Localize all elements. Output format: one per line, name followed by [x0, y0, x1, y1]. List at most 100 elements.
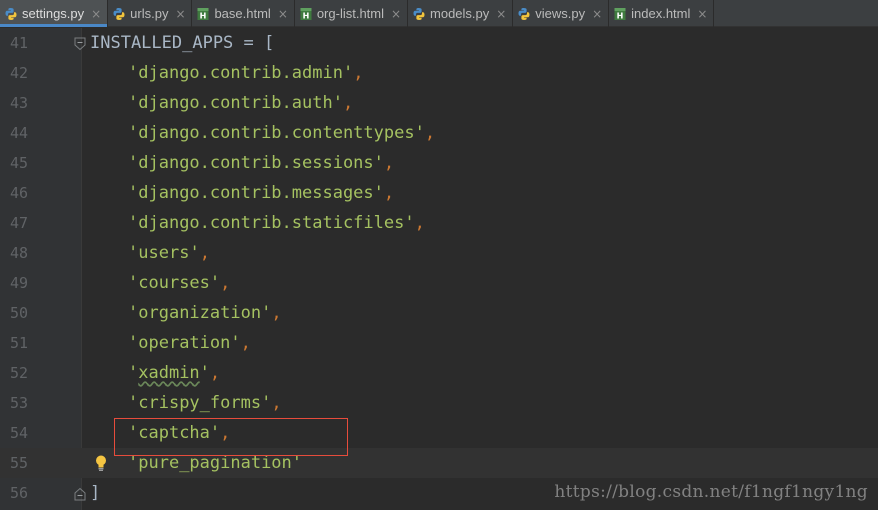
- tab-label: settings.py: [22, 6, 85, 21]
- code-line[interactable]: 52 'xadmin',: [0, 358, 878, 388]
- code-line[interactable]: 48 'users',: [0, 238, 878, 268]
- string-quote: ': [189, 243, 200, 263]
- tab-urls-py[interactable]: urls.py ×: [108, 0, 193, 27]
- string-literal: courses: [138, 273, 210, 293]
- line-number: 55: [9, 454, 28, 472]
- comma: ,: [383, 183, 395, 203]
- close-icon[interactable]: ×: [391, 7, 401, 21]
- code-line[interactable]: 45 'django.contrib.sessions',: [0, 148, 878, 178]
- svg-text:H: H: [200, 11, 207, 20]
- string-quote: ': [261, 393, 272, 413]
- comma: ,: [271, 393, 282, 413]
- close-icon[interactable]: ×: [592, 7, 602, 21]
- string-quote: ': [373, 153, 384, 173]
- tab-index-html[interactable]: Hindex.html ×: [609, 0, 715, 27]
- code-line[interactable]: 46 'django.contrib.messages',: [0, 178, 878, 208]
- code-line[interactable]: 50 'organization',: [0, 298, 878, 328]
- string-literal: captcha: [138, 423, 210, 443]
- close-icon[interactable]: ×: [175, 7, 185, 21]
- string-quote: ': [128, 213, 139, 233]
- line-number: 54: [9, 424, 28, 442]
- code-line[interactable]: 54 'captcha',: [0, 418, 878, 448]
- editor-tab-bar: settings.py × urls.py × Hbase.html × Horg-list…: [0, 0, 878, 27]
- string-quote: ': [373, 183, 384, 203]
- python-file-icon: [4, 7, 18, 21]
- code-text: 'django.contrib.staticfiles',: [90, 212, 425, 234]
- string-quote: ': [128, 183, 139, 203]
- string-literal: organization: [138, 303, 262, 323]
- code-text: 'captcha',: [90, 422, 230, 444]
- svg-text:H: H: [302, 11, 309, 20]
- string-literal: django.contrib.messages: [138, 183, 374, 203]
- close-icon[interactable]: ×: [697, 7, 707, 21]
- code-line[interactable]: 55 'pure_pagination': [0, 448, 878, 478]
- string-quote: ': [209, 273, 221, 293]
- string-quote: ': [199, 363, 210, 383]
- svg-text:H: H: [617, 11, 624, 20]
- line-number: 48: [9, 244, 28, 262]
- string-literal: operation: [138, 333, 231, 353]
- fold-start-icon[interactable]: [73, 36, 87, 51]
- string-literal: xadmin: [138, 363, 200, 383]
- code-text: 'crispy_forms',: [90, 392, 282, 414]
- tab-org-list-html[interactable]: Horg-list.html ×: [295, 0, 409, 27]
- code-text: 'courses',: [90, 272, 230, 294]
- code-text: 'organization',: [90, 302, 282, 324]
- close-icon[interactable]: ×: [496, 7, 506, 21]
- code-text: 'django.contrib.messages',: [90, 182, 394, 204]
- html-file-icon: H: [613, 7, 627, 21]
- comma: ,: [414, 213, 425, 233]
- python-file-icon: [517, 7, 531, 21]
- tab-label: org-list.html: [316, 6, 385, 21]
- code-text: 'django.contrib.auth',: [90, 92, 353, 114]
- html-file-icon: H: [196, 7, 210, 21]
- tab-settings-py[interactable]: settings.py ×: [0, 0, 109, 27]
- tab-base-html[interactable]: Hbase.html ×: [192, 0, 295, 27]
- code-text: 'xadmin',: [90, 362, 220, 384]
- code-text: 'django.contrib.admin',: [90, 62, 363, 84]
- line-number: 41: [9, 34, 28, 52]
- tab-label: views.py: [535, 6, 586, 21]
- string-quote: ': [332, 93, 343, 113]
- tab-views-py[interactable]: views.py ×: [513, 0, 610, 27]
- string-literal: django.contrib.auth: [138, 93, 333, 113]
- line-number: 56: [9, 484, 28, 502]
- python-file-icon: [112, 7, 126, 21]
- code-text: 'operation',: [90, 332, 251, 354]
- string-quote: ': [209, 423, 221, 443]
- line-number: 52: [9, 364, 28, 382]
- line-number: 53: [9, 394, 28, 412]
- string-quote: ': [291, 453, 303, 473]
- comma: ,: [383, 153, 395, 173]
- tab-label: index.html: [631, 6, 691, 21]
- line-number: 50: [9, 304, 28, 322]
- close-icon[interactable]: ×: [278, 7, 288, 21]
- string-quote: ': [128, 63, 139, 83]
- close-icon[interactable]: ×: [91, 7, 101, 21]
- comma: ,: [220, 273, 231, 293]
- comma: ,: [209, 363, 221, 383]
- string-literal: users: [138, 243, 190, 263]
- string-quote: ': [128, 303, 139, 323]
- string-quote: ': [128, 363, 139, 383]
- fold-end-icon[interactable]: [73, 486, 87, 501]
- comma: ,: [199, 243, 210, 263]
- string-quote: ': [342, 63, 354, 83]
- code-line[interactable]: 51 'operation',: [0, 328, 878, 358]
- string-quote: ': [230, 333, 241, 353]
- code-line[interactable]: 53 'crispy_forms',: [0, 388, 878, 418]
- string-quote: ': [128, 333, 139, 353]
- code-line[interactable]: 41 INSTALLED_APPS = [: [0, 28, 878, 58]
- comma: ,: [220, 423, 231, 443]
- code-text: 'django.contrib.sessions',: [90, 152, 394, 174]
- tab-label: urls.py: [130, 6, 169, 21]
- code-line[interactable]: 44 'django.contrib.contenttypes',: [0, 118, 878, 148]
- code-text: INSTALLED_APPS = [: [90, 33, 275, 53]
- code-line[interactable]: 49 'courses',: [0, 268, 878, 298]
- code-line[interactable]: 42 'django.contrib.admin',: [0, 58, 878, 88]
- tab-models-py[interactable]: models.py ×: [408, 0, 514, 27]
- code-line[interactable]: 47 'django.contrib.staticfiles',: [0, 208, 878, 238]
- string-literal: django.contrib.admin: [138, 63, 343, 83]
- code-editor[interactable]: 41 INSTALLED_APPS = [ 42'django.contrib.ad…: [0, 28, 878, 510]
- code-line[interactable]: 43 'django.contrib.auth',: [0, 88, 878, 118]
